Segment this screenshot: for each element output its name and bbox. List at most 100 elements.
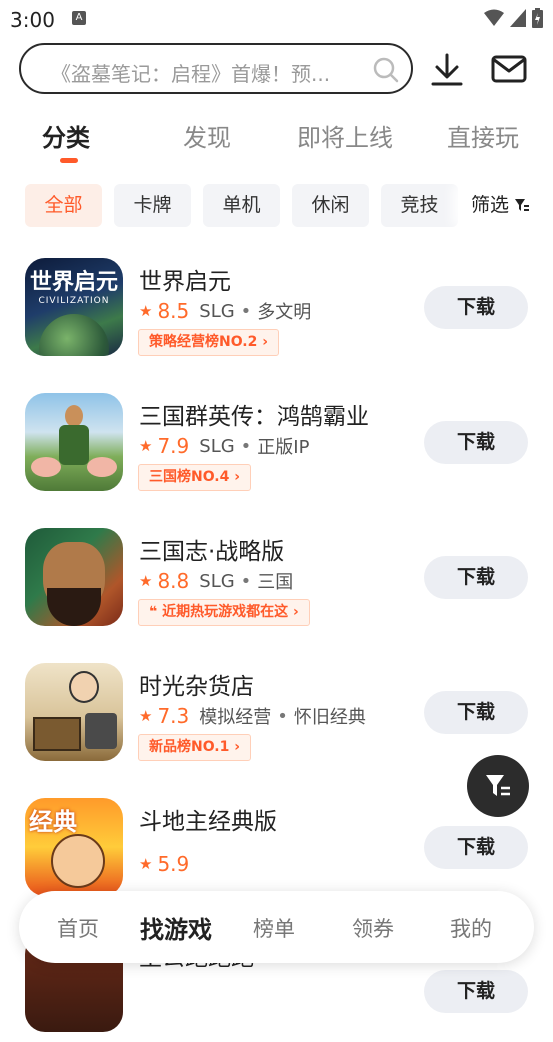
search-row: 《盗墓笔记：启程》首爆！预... [19, 43, 539, 99]
bottom-navigation: 首页 找游戏 榜单 领券 我的 [19, 891, 534, 963]
separator-dot: • [277, 705, 288, 727]
game-score: 8.5 [157, 299, 190, 323]
list-item[interactable]: 世界启元 CIVILIZATION 世界启元 ★ 8.5 SLG • 多文明 策… [0, 256, 553, 366]
filter-chips: 全部 卡牌 单机 休闲 竞技 筛选 [0, 184, 553, 228]
star-icon: ★ [139, 707, 153, 725]
download-button[interactable]: 下载 [424, 826, 528, 869]
list-item[interactable]: 经典 斗地主经典版 ★ 5.9 下载 [0, 796, 553, 906]
search-placeholder: 《盗墓笔记：启程》首爆！预... [51, 62, 331, 86]
game-meta: ★ 8.5 SLG • 多文明 [139, 298, 311, 324]
star-icon: ★ [139, 855, 153, 873]
game-icon-subtitle: CIVILIZATION [38, 296, 110, 306]
rank-badge[interactable]: 三国榜NO.4 › [138, 464, 252, 491]
game-icon-title: 世界启元 [29, 270, 118, 295]
signal-icon [510, 9, 526, 27]
game-tag: 模拟经营 [199, 707, 272, 728]
game-score: 7.9 [157, 434, 190, 458]
game-meta: ★ 7.9 SLG • 正版IP [139, 433, 309, 459]
separator-dot: • [240, 300, 252, 322]
status-icons [484, 8, 543, 28]
game-icon-civilization: 世界启元 CIVILIZATION [25, 258, 123, 356]
chip-all[interactable]: 全部 [25, 184, 102, 227]
tab-upcoming[interactable]: 即将上线 [297, 118, 393, 153]
nav-me[interactable]: 我的 [450, 913, 492, 943]
notification-a-icon: A [72, 11, 86, 25]
active-tab-indicator [60, 158, 78, 163]
game-tag: SLG [199, 435, 235, 457]
game-icon-title: 经典 [29, 808, 77, 836]
nav-rankings[interactable]: 榜单 [253, 913, 295, 943]
game-name: 世界启元 [139, 269, 231, 295]
game-icon-three-kingdoms-heroes [25, 393, 123, 491]
game-tag: SLG [199, 300, 235, 322]
mail-icon[interactable] [491, 55, 527, 83]
game-score: 7.3 [157, 704, 190, 728]
tab-discover[interactable]: 发现 [183, 118, 231, 153]
star-icon: ★ [139, 437, 153, 455]
shopkeeper-head-graphic [69, 671, 99, 703]
floating-filter-button[interactable] [467, 755, 529, 817]
game-tag: 正版IP [257, 437, 310, 458]
game-name: 时光杂货店 [139, 674, 254, 700]
download-button[interactable]: 下载 [424, 556, 528, 599]
list-item[interactable]: 三国群英传：鸿鹄霸业 ★ 7.9 SLG • 正版IP 三国榜NO.4 › 下载 [0, 391, 553, 501]
character-face-graphic [51, 834, 105, 888]
filter-button[interactable]: 筛选 [463, 184, 553, 227]
game-icon-time-grocery [25, 663, 123, 761]
rank-badge[interactable]: 策略经营榜NO.2 › [138, 329, 280, 356]
warrior-head-graphic [65, 405, 83, 427]
separator-dot: • [240, 435, 252, 457]
game-meta: ★ 5.9 [139, 852, 199, 876]
download-button[interactable]: 下载 [424, 421, 528, 464]
battery-icon [532, 8, 543, 28]
filter-icon [515, 199, 530, 211]
download-button[interactable]: 下载 [424, 970, 528, 1013]
search-icon[interactable] [373, 57, 399, 83]
search-input[interactable]: 《盗墓笔记：启程》首爆！预... [19, 43, 413, 94]
status-bar: 3:00 A [0, 0, 553, 36]
game-tag: SLG [199, 570, 235, 592]
pig-graphic [87, 457, 117, 477]
nav-coupons[interactable]: 领券 [352, 913, 394, 943]
download-button[interactable]: 下载 [424, 691, 528, 734]
game-tag: 怀旧经典 [293, 707, 366, 728]
filter-icon [486, 775, 510, 796]
radio-graphic [85, 713, 117, 749]
hot-games-badge[interactable]: ❝ 近期热玩游戏都在这 › [138, 599, 310, 626]
game-name: 斗地主经典版 [139, 809, 277, 835]
filter-label: 筛选 [471, 194, 510, 216]
game-icon-three-kingdoms-strategy [25, 528, 123, 626]
game-tag: 三国 [257, 572, 294, 593]
rank-badge[interactable]: 新品榜NO.1 › [138, 734, 252, 761]
game-icon-landlord: 经典 [25, 798, 123, 896]
chip-competitive[interactable]: 竞技 [381, 184, 458, 227]
game-score: 8.8 [157, 569, 190, 593]
game-name: 三国志·战略版 [139, 539, 285, 565]
star-icon: ★ [139, 302, 153, 320]
game-tag: 多文明 [257, 302, 312, 323]
planet-graphic [39, 314, 109, 356]
chip-casual[interactable]: 休闲 [292, 184, 369, 227]
pig-graphic [31, 457, 61, 477]
download-icon[interactable] [431, 53, 463, 87]
wifi-icon [484, 9, 504, 26]
nav-find-games[interactable]: 找游戏 [140, 910, 212, 945]
game-score: 5.9 [157, 852, 190, 876]
separator-dot: • [240, 570, 252, 592]
game-name: 三国群英传：鸿鹄霸业 [139, 404, 369, 430]
crate-graphic [33, 717, 81, 751]
list-item[interactable]: 三国志·战略版 ★ 8.8 SLG • 三国 ❝ 近期热玩游戏都在这 › 下载 [0, 526, 553, 636]
list-item[interactable]: 时光杂货店 ★ 7.3 模拟经营 • 怀旧经典 新品榜NO.1 › 下载 [0, 661, 553, 771]
nav-home[interactable]: 首页 [57, 913, 99, 943]
status-time: 3:00 [10, 8, 55, 32]
star-icon: ★ [139, 572, 153, 590]
chip-card[interactable]: 卡牌 [114, 184, 191, 227]
warrior-body-graphic [59, 425, 89, 465]
beard-graphic [47, 588, 101, 626]
download-button[interactable]: 下载 [424, 286, 528, 329]
tab-category[interactable]: 分类 [42, 118, 90, 153]
game-meta: ★ 7.3 模拟经营 • 怀旧经典 [139, 703, 366, 729]
game-meta: ★ 8.8 SLG • 三国 [139, 568, 293, 594]
chip-single-player[interactable]: 单机 [203, 184, 280, 227]
tab-instant-play[interactable]: 直接玩 [447, 118, 519, 153]
